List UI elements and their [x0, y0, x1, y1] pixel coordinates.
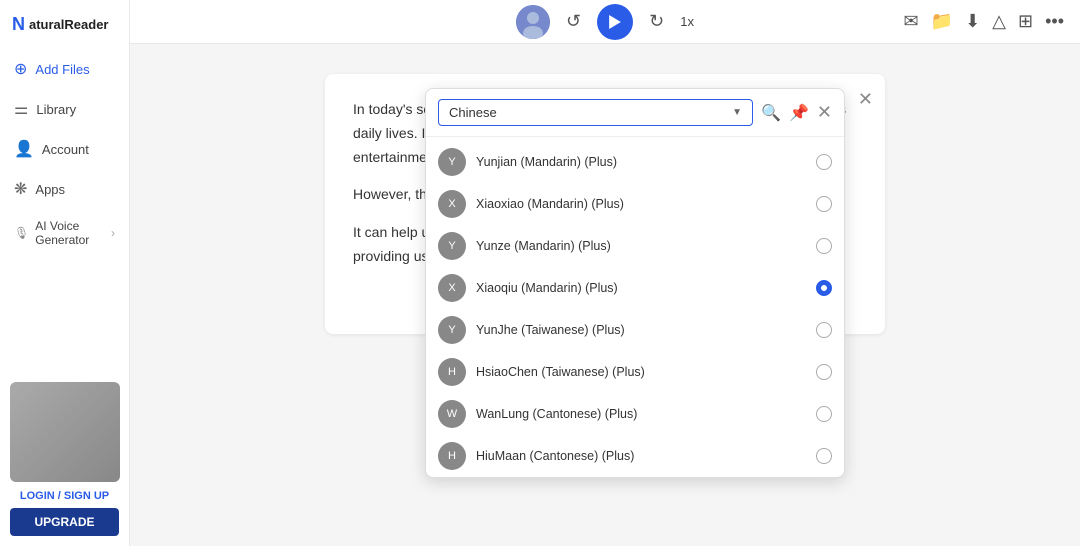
main-area: ↺ ↻ 1x ✉ 📁 ⬇ △ ⊞ ••• ✕ In today's societ…: [130, 0, 1080, 546]
ai-voice-left: 🎙 AI Voice Generator: [14, 219, 111, 247]
download-icon[interactable]: ⬇: [965, 11, 980, 32]
chevron-down-icon: ▼: [732, 107, 742, 118]
replay-icon[interactable]: ↺: [566, 11, 581, 32]
sidebar-item-apps[interactable]: ❋ Apps: [0, 169, 129, 209]
sidebar-item-library[interactable]: ⚌ Library: [0, 89, 129, 129]
upgrade-button[interactable]: UPGRADE: [10, 508, 119, 536]
logo-text: aturalReader: [29, 17, 108, 32]
sidebar-bottom: LOGIN / SIGN UP UPGRADE: [0, 372, 129, 546]
voice-avatar: H: [438, 442, 466, 470]
dropdown-close-icon[interactable]: ✕: [817, 102, 832, 123]
voice-item[interactable]: Y Yunjian (Mandarin) (Plus): [426, 141, 844, 183]
voice-name: WanLung (Cantonese) (Plus): [476, 407, 806, 421]
voice-radio[interactable]: [816, 322, 832, 338]
dropdown-header: Chinese ▼ 🔍 📌 ✕: [426, 89, 844, 137]
voice-avatar: Y: [438, 148, 466, 176]
voice-radio[interactable]: [816, 196, 832, 212]
topbar-right-icons: ✉ 📁 ⬇ △ ⊞ •••: [904, 11, 1064, 32]
voice-name: Xiaoxiao (Mandarin) (Plus): [476, 197, 806, 211]
language-select[interactable]: Chinese ▼: [438, 99, 753, 126]
content-area: ✕ In today's society, the internet has b…: [130, 44, 1080, 546]
panel-close-button[interactable]: ✕: [858, 84, 873, 115]
voice-item[interactable]: H HsiaoChen (Taiwanese) (Plus): [426, 351, 844, 393]
pin-icon[interactable]: 📌: [789, 103, 809, 123]
voice-item[interactable]: X Xiaoxiao (Mandarin) (Plus): [426, 183, 844, 225]
chevron-right-icon: ›: [111, 226, 115, 240]
library-label: Library: [36, 102, 76, 117]
speed-label[interactable]: 1x: [680, 14, 694, 29]
voice-name: YunJhe (Taiwanese) (Plus): [476, 323, 806, 337]
voice-name: HsiaoChen (Taiwanese) (Plus): [476, 365, 806, 379]
voice-item[interactable]: Y YunJhe (Taiwanese) (Plus): [426, 309, 844, 351]
voice-avatar: W: [438, 400, 466, 428]
search-icon[interactable]: 🔍: [761, 103, 781, 123]
voice-avatar: X: [438, 190, 466, 218]
alert-icon[interactable]: △: [992, 11, 1006, 32]
apps-icon: ❋: [14, 179, 27, 199]
voice-name: Yunjian (Mandarin) (Plus): [476, 155, 806, 169]
apps-label: Apps: [35, 182, 65, 197]
voice-radio[interactable]: [816, 448, 832, 464]
voice-dropdown: Chinese ▼ 🔍 📌 ✕ Y Yunjian (Mandarin) (Plu…: [425, 88, 845, 478]
login-link[interactable]: LOGIN / SIGN UP: [10, 490, 119, 502]
sidebar-item-add-files[interactable]: ⊕ Add Files: [0, 49, 129, 89]
voice-item[interactable]: Y Yunze (Mandarin) (Plus): [426, 225, 844, 267]
voice-avatar: H: [438, 358, 466, 386]
sidebar-avatar: [10, 382, 120, 482]
ai-voice-label: AI Voice Generator: [35, 219, 111, 247]
voice-avatar: Y: [438, 316, 466, 344]
add-files-label: Add Files: [35, 62, 89, 77]
topbar: ↺ ↻ 1x ✉ 📁 ⬇ △ ⊞ •••: [130, 0, 1080, 44]
voice-name: Xiaoqiu (Mandarin) (Plus): [476, 281, 806, 295]
voice-item[interactable]: X Xiaoqiu (Mandarin) (Plus): [426, 267, 844, 309]
voice-radio[interactable]: [816, 364, 832, 380]
voice-radio[interactable]: [816, 154, 832, 170]
app-logo: NaturalReader: [0, 0, 120, 49]
logo-n: N: [12, 14, 25, 35]
folder-icon[interactable]: 📁: [931, 11, 953, 32]
library-icon: ⚌: [14, 99, 28, 119]
voice-name: Yunze (Mandarin) (Plus): [476, 239, 806, 253]
account-label: Account: [42, 142, 89, 157]
voice-avatar: X: [438, 274, 466, 302]
play-button[interactable]: [597, 4, 633, 40]
language-select-value: Chinese: [449, 105, 497, 120]
more-options-icon[interactable]: •••: [1045, 11, 1064, 32]
voice-radio[interactable]: [816, 280, 832, 296]
refresh-icon[interactable]: ↻: [649, 11, 664, 32]
voice-item[interactable]: H HiuMaan (Cantonese) (Plus): [426, 435, 844, 477]
sidebar-item-ai-voice[interactable]: 🎙 AI Voice Generator ›: [0, 209, 129, 257]
voice-radio[interactable]: [816, 406, 832, 422]
topbar-avatar[interactable]: [516, 5, 550, 39]
voice-avatar: Y: [438, 232, 466, 260]
voice-radio[interactable]: [816, 238, 832, 254]
email-icon[interactable]: ✉: [904, 11, 919, 32]
add-circle-icon: ⊕: [14, 59, 27, 79]
sidebar: NaturalReader ⊕ Add Files ⚌ Library 👤 Ac…: [0, 0, 130, 546]
sidebar-item-account[interactable]: 👤 Account: [0, 129, 129, 169]
voice-list: Y Yunjian (Mandarin) (Plus) X Xiaoxiao (Man…: [426, 137, 844, 477]
ai-voice-icon: 🎙: [14, 226, 29, 240]
account-icon: 👤: [14, 139, 34, 159]
voice-name: HiuMaan (Cantonese) (Plus): [476, 449, 806, 463]
voice-item[interactable]: W WanLung (Cantonese) (Plus): [426, 393, 844, 435]
filter-icon[interactable]: ⊞: [1018, 11, 1033, 32]
